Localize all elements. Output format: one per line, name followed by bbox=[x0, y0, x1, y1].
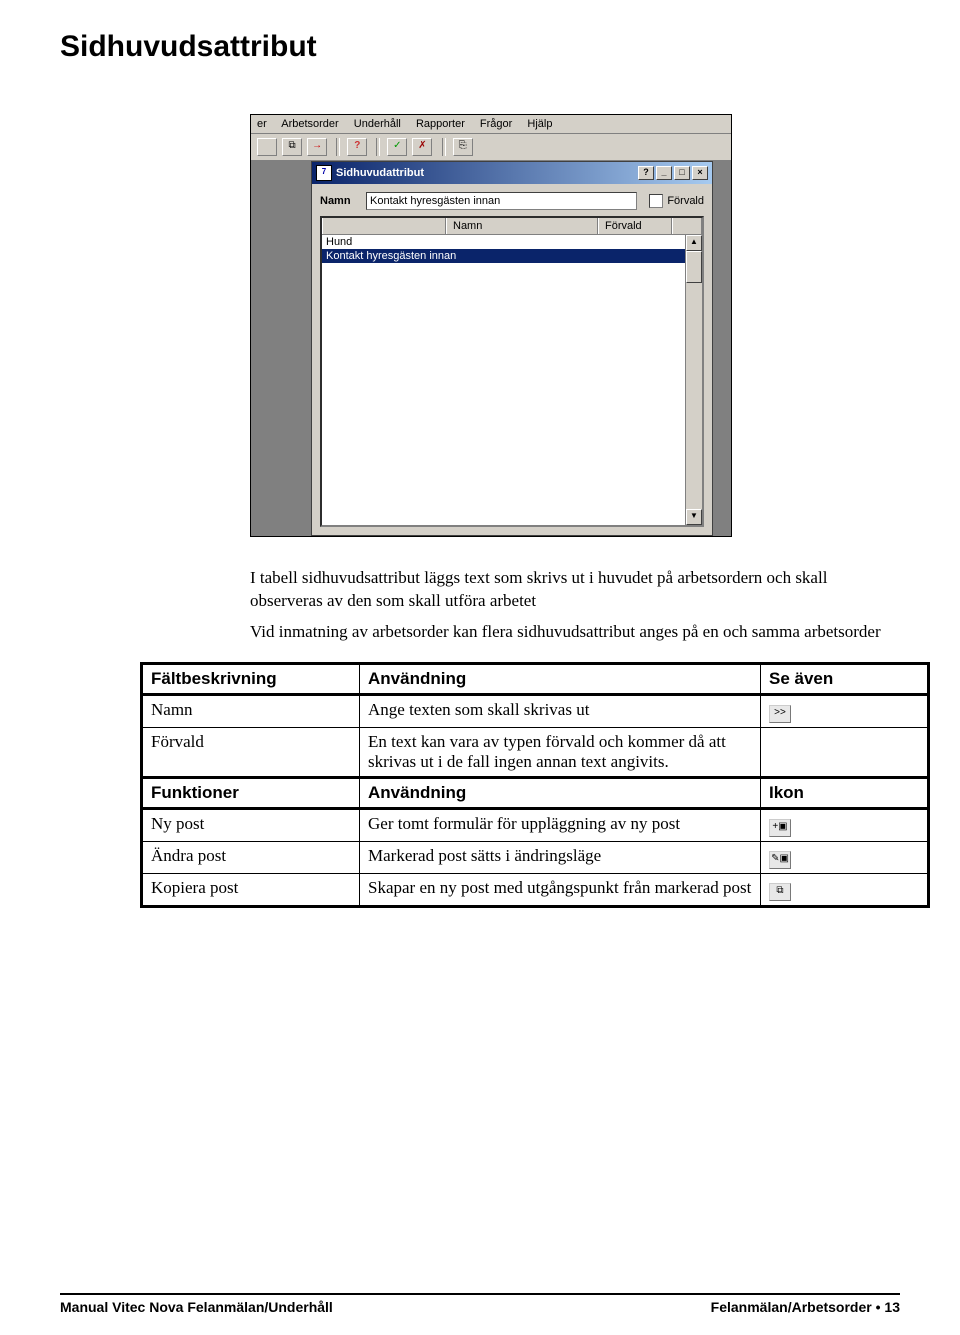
table-cell: Skapar en ny post med utgångspunkt från … bbox=[360, 873, 761, 906]
name-input[interactable] bbox=[366, 192, 637, 210]
menu-item[interactable]: Frågor bbox=[480, 118, 512, 130]
dialog-help-button[interactable]: ? bbox=[638, 166, 654, 180]
toolbar-separator bbox=[442, 138, 446, 156]
toolbar-separator bbox=[336, 138, 340, 156]
copy-post-icon: ⧉ bbox=[769, 883, 791, 901]
table-cell: Ange texten som skall skrivas ut bbox=[360, 694, 761, 727]
new-post-icon: +▣ bbox=[769, 819, 791, 837]
page-title: Sidhuvudsattribut bbox=[60, 30, 900, 64]
footer-left: Manual Vitec Nova Felanmälan/Underhåll bbox=[60, 1299, 333, 1315]
scroll-up-icon[interactable]: ▲ bbox=[686, 235, 702, 251]
minimize-button[interactable]: _ bbox=[656, 166, 672, 180]
menu-item[interactable]: Hjälp bbox=[527, 118, 552, 130]
dialog-icon: 7 bbox=[316, 165, 332, 181]
table-cell: Markerad post sätts i ändringsläge bbox=[360, 841, 761, 873]
accept-icon[interactable]: ✓ bbox=[387, 138, 407, 156]
table-header: Se även bbox=[761, 663, 929, 694]
table-header: Användning bbox=[360, 777, 761, 808]
table-cell: Kopiera post bbox=[142, 873, 360, 906]
table-cell: Förvald bbox=[142, 727, 360, 777]
scroll-thumb[interactable] bbox=[686, 251, 702, 283]
dialog-window: 7 Sidhuvudattribut ? _ □ × Namn Förvald bbox=[311, 161, 713, 536]
menu-item[interactable]: Underhåll bbox=[354, 118, 401, 130]
forvald-checkbox[interactable] bbox=[649, 194, 663, 208]
app-screenshot: er Arbetsorder Underhåll Rapporter Frågo… bbox=[250, 114, 732, 537]
arrow-icon: >> bbox=[769, 705, 791, 723]
table-cell: Ny post bbox=[142, 808, 360, 841]
field-description-table: Fältbeskrivning Användning Se även Namn … bbox=[140, 662, 930, 908]
table-cell: Ger tomt formulär för uppläggning av ny … bbox=[360, 808, 761, 841]
table-cell: >> bbox=[761, 694, 929, 727]
close-button[interactable]: × bbox=[692, 166, 708, 180]
table-cell: ✎▣ bbox=[761, 841, 929, 873]
maximize-button[interactable]: □ bbox=[674, 166, 690, 180]
forvald-label: Förvald bbox=[667, 195, 704, 207]
help-icon[interactable]: ? bbox=[347, 138, 367, 156]
footer-right: Felanmälan/Arbetsorder • 13 bbox=[711, 1299, 900, 1315]
page-footer: Manual Vitec Nova Felanmälan/Underhåll F… bbox=[60, 1293, 900, 1315]
toolbar-button[interactable]: ⧉ bbox=[282, 138, 302, 156]
menu-item[interactable]: Arbetsorder bbox=[281, 118, 338, 130]
edit-post-icon: ✎▣ bbox=[769, 851, 791, 869]
table-header: Användning bbox=[360, 663, 761, 694]
table-cell bbox=[761, 727, 929, 777]
scroll-down-icon[interactable]: ▼ bbox=[686, 509, 702, 525]
list-col-header[interactable]: Namn bbox=[446, 218, 598, 234]
toolbar-button[interactable]: → bbox=[307, 138, 327, 156]
dialog-title-text: Sidhuvudattribut bbox=[336, 167, 424, 179]
table-cell: +▣ bbox=[761, 808, 929, 841]
list-header: Namn Förvald bbox=[322, 218, 702, 235]
menu-item[interactable]: Rapporter bbox=[416, 118, 465, 130]
toolbar-button[interactable] bbox=[257, 138, 277, 156]
table-cell: Ändra post bbox=[142, 841, 360, 873]
table-cell: En text kan vara av typen förvald och ko… bbox=[360, 727, 761, 777]
toolbar: ⧉ → ? ✓ ✗ ⎘ bbox=[251, 134, 731, 161]
scrollbar[interactable]: ▲ ▼ bbox=[685, 235, 702, 525]
body-paragraph-1: I tabell sidhuvudsattribut läggs text so… bbox=[250, 567, 890, 613]
name-label: Namn bbox=[320, 195, 366, 207]
list-col-header[interactable]: Förvald bbox=[598, 218, 672, 234]
dialog-titlebar: 7 Sidhuvudattribut ? _ □ × bbox=[312, 162, 712, 184]
list-row-selected[interactable]: Kontakt hyresgästen innan bbox=[322, 249, 702, 263]
menu-item[interactable]: er bbox=[257, 118, 267, 130]
table-header: Fältbeskrivning bbox=[142, 663, 360, 694]
list-box[interactable]: Namn Förvald Hund Kontakt hyresgästen in… bbox=[320, 216, 704, 527]
table-cell: Namn bbox=[142, 694, 360, 727]
menubar: er Arbetsorder Underhåll Rapporter Frågo… bbox=[251, 115, 731, 134]
body-paragraph-2: Vid inmatning av arbetsorder kan flera s… bbox=[250, 621, 890, 644]
table-header: Funktioner bbox=[142, 777, 360, 808]
toolbar-separator bbox=[376, 138, 380, 156]
cancel-icon[interactable]: ✗ bbox=[412, 138, 432, 156]
table-header: Ikon bbox=[761, 777, 929, 808]
table-cell: ⧉ bbox=[761, 873, 929, 906]
list-row[interactable]: Hund bbox=[322, 235, 702, 249]
exit-icon[interactable]: ⎘ bbox=[453, 138, 473, 156]
